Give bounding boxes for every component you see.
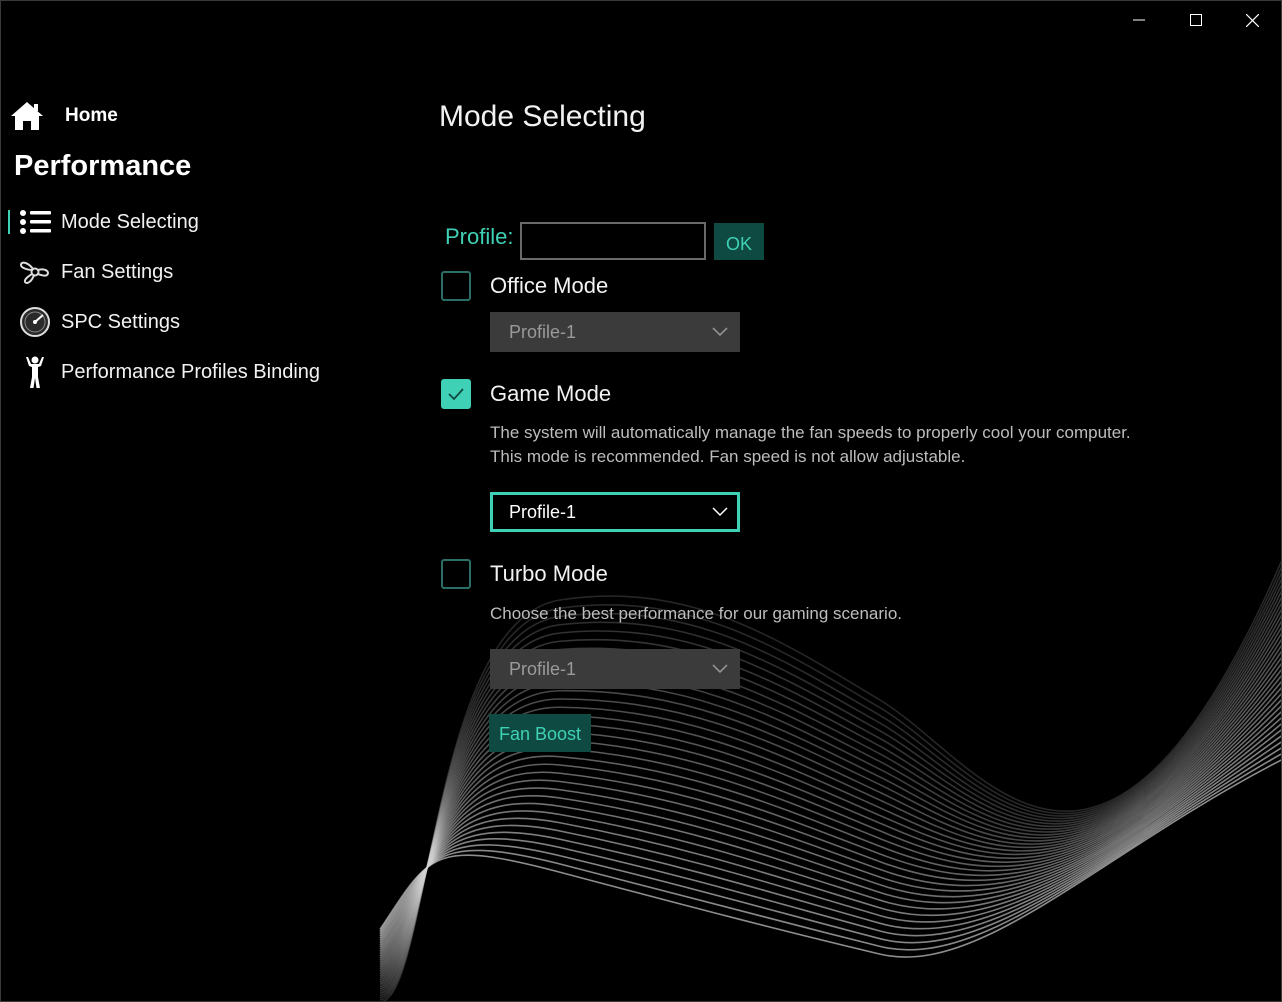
chevron-down-icon: [712, 664, 728, 674]
fan-icon: [14, 252, 56, 292]
maximize-icon: [1189, 14, 1202, 26]
sidebar-item-mode-selecting[interactable]: Mode Selecting: [8, 202, 388, 242]
profile-label: Profile:: [445, 224, 514, 249]
home-icon: [11, 102, 43, 130]
checkmark-icon: [448, 388, 464, 401]
close-icon: [1246, 13, 1259, 27]
wave-line: [379, 722, 1282, 944]
selected-indicator: [8, 210, 10, 234]
minimize-icon: [1132, 19, 1145, 21]
home-nav[interactable]: Home: [10, 98, 118, 134]
sidebar-item-performance-profiles-binding[interactable]: Performance Profiles Binding: [8, 352, 388, 392]
sidebar-item-label: SPC Settings: [61, 310, 180, 333]
list-icon: [14, 202, 56, 242]
wave-line: [379, 758, 1282, 958]
description-line: This mode is recommended. Fan speed is n…: [490, 447, 966, 466]
person-icon: [14, 352, 56, 392]
fan-boost-button[interactable]: Fan Boost: [489, 714, 591, 752]
dropdown-value: Profile-1: [509, 501, 577, 522]
turbo-mode-profile-dropdown[interactable]: Profile-1: [490, 649, 740, 689]
sidebar-item-label: Performance Profiles Binding: [61, 360, 321, 383]
chevron-down-icon: [712, 327, 728, 337]
turbo-mode-label: Turbo Mode: [490, 561, 608, 586]
office-mode-checkbox[interactable]: [441, 271, 471, 301]
game-mode-checkbox[interactable]: [441, 379, 471, 409]
section-title: Performance: [14, 150, 192, 182]
wave-line: [379, 734, 1282, 939]
dropdown-value: Profile-1: [509, 321, 577, 342]
home-label: Home: [65, 105, 118, 126]
gauge-icon: [14, 302, 56, 342]
wave-line: [379, 577, 1282, 997]
dropdown-value: Profile-1: [509, 658, 577, 679]
wave-line: [379, 662, 1282, 966]
wave-line: [379, 656, 1282, 968]
ok-button[interactable]: OK: [714, 223, 764, 260]
chevron-down-icon: [712, 507, 728, 517]
wave-line: [379, 571, 1282, 999]
wave-line: [379, 752, 1282, 951]
profile-name-input[interactable]: [520, 222, 706, 260]
game-mode-label: Game Mode: [490, 381, 612, 406]
wave-line: [379, 559, 1282, 1002]
wave-line: [379, 583, 1282, 994]
minimize-button[interactable]: [1110, 0, 1167, 40]
page-title: Mode Selecting: [439, 100, 646, 133]
sidebar-item-label: Mode Selecting: [61, 210, 199, 233]
wave-line: [379, 565, 1282, 1001]
sidebar-item-fan-settings[interactable]: Fan Settings: [8, 252, 388, 292]
close-button[interactable]: [1224, 0, 1281, 40]
wave-line: [379, 740, 1282, 937]
sidebar-item-spc-settings[interactable]: SPC Settings: [8, 302, 388, 342]
maximize-button[interactable]: [1167, 0, 1224, 40]
game-mode-description: The system will automatically manage the…: [490, 421, 1131, 469]
game-mode-profile-dropdown[interactable]: Profile-1: [490, 492, 740, 532]
turbo-mode-description: Choose the best performance for our gami…: [490, 604, 903, 623]
wave-line: [379, 746, 1282, 944]
office-mode-label: Office Mode: [490, 273, 609, 298]
wave-line: [379, 650, 1282, 970]
turbo-mode-checkbox[interactable]: [441, 559, 471, 589]
wave-line: [379, 644, 1282, 972]
description-line: The system will automatically manage the…: [490, 423, 1131, 442]
wave-line: [379, 728, 1282, 941]
wave-line: [379, 668, 1282, 964]
sidebar-item-label: Fan Settings: [61, 260, 174, 283]
office-mode-profile-dropdown[interactable]: Profile-1: [490, 312, 740, 352]
